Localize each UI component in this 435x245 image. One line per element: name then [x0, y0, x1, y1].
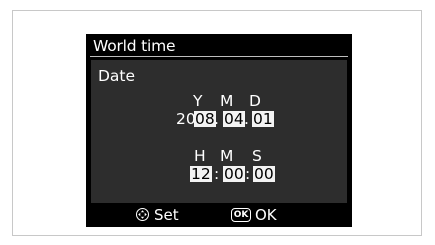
- section-label: Date: [98, 67, 136, 85]
- day-header: D: [249, 92, 261, 110]
- footer-help-bar: Set OK OK: [86, 203, 352, 227]
- year-prefix: 20: [176, 110, 196, 128]
- month-header: M: [220, 92, 234, 110]
- menu-title: World time: [93, 37, 176, 55]
- hour-header: H: [194, 147, 206, 165]
- time-row: 12 : 00 : 00: [91, 164, 347, 184]
- ok-label: OK: [255, 206, 277, 224]
- date-row: 20 08 . 04 . 01: [91, 109, 347, 129]
- camera-menu-screen: World time Date Y M D 20 08 . 04 . 01 H …: [86, 34, 352, 227]
- date-separator-1: .: [214, 110, 219, 128]
- second-header: S: [252, 147, 262, 165]
- hour-field[interactable]: 12: [190, 166, 212, 182]
- ok-button-icon: OK: [231, 208, 251, 222]
- date-separator-2: .: [244, 110, 249, 128]
- time-separator-1: :: [214, 165, 220, 183]
- second-field[interactable]: 00: [253, 166, 275, 182]
- date-headers: Y M D: [91, 91, 347, 111]
- multi-selector-icon: [136, 208, 149, 221]
- day-field[interactable]: 01: [252, 111, 274, 127]
- time-headers: H M S: [91, 146, 347, 166]
- date-time-panel: Date Y M D 20 08 . 04 . 01 H M S 12 : 00…: [91, 60, 347, 203]
- title-bar: World time: [86, 34, 352, 59]
- month-field[interactable]: 04: [223, 111, 245, 127]
- minute-header: M: [220, 147, 234, 165]
- time-separator-2: :: [245, 165, 251, 183]
- set-label: Set: [154, 206, 179, 224]
- year-field[interactable]: 08: [194, 111, 216, 127]
- title-divider: [90, 56, 348, 57]
- minute-field[interactable]: 00: [223, 166, 245, 182]
- year-header: Y: [193, 92, 203, 110]
